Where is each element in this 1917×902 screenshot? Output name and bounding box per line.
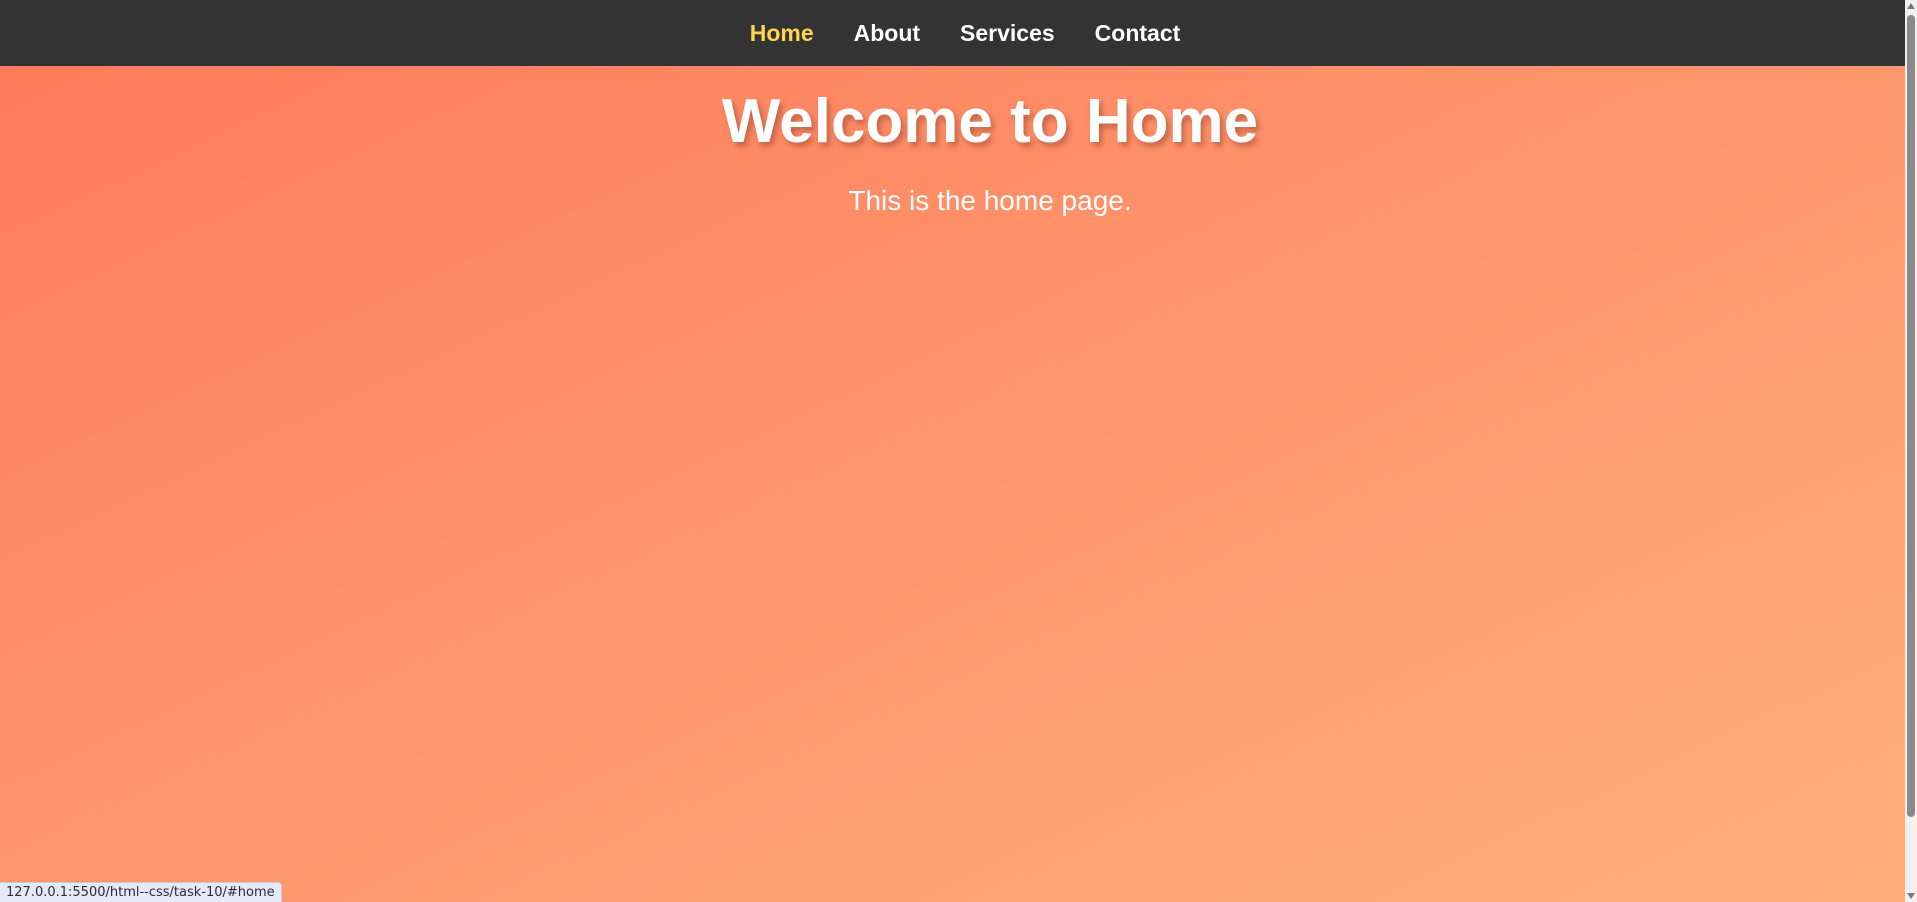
nav-links: Home About Services Contact bbox=[750, 20, 1181, 47]
page-description: This is the home page. bbox=[848, 185, 1132, 216]
browser-viewport: Home About Services Contact Welcome to H… bbox=[0, 0, 1917, 902]
nav-link-contact[interactable]: Contact bbox=[1095, 20, 1181, 47]
hero-section: Welcome to Home This is the home page. bbox=[0, 66, 1905, 902]
page-title: Welcome to Home bbox=[721, 87, 1259, 156]
nav-link-services[interactable]: Services bbox=[960, 20, 1055, 47]
nav-link-about[interactable]: About bbox=[854, 20, 920, 47]
scroll-up-arrow-icon[interactable] bbox=[1907, 3, 1915, 9]
scroll-thumb[interactable] bbox=[1907, 15, 1915, 817]
navbar: Home About Services Contact bbox=[0, 0, 1905, 66]
scroll-down-arrow-icon[interactable] bbox=[1907, 893, 1915, 899]
nav-link-home[interactable]: Home bbox=[750, 20, 814, 47]
vertical-scrollbar[interactable] bbox=[1905, 0, 1917, 902]
link-status-bar: 127.0.0.1:5500/html--css/task-10/#home bbox=[0, 882, 282, 902]
